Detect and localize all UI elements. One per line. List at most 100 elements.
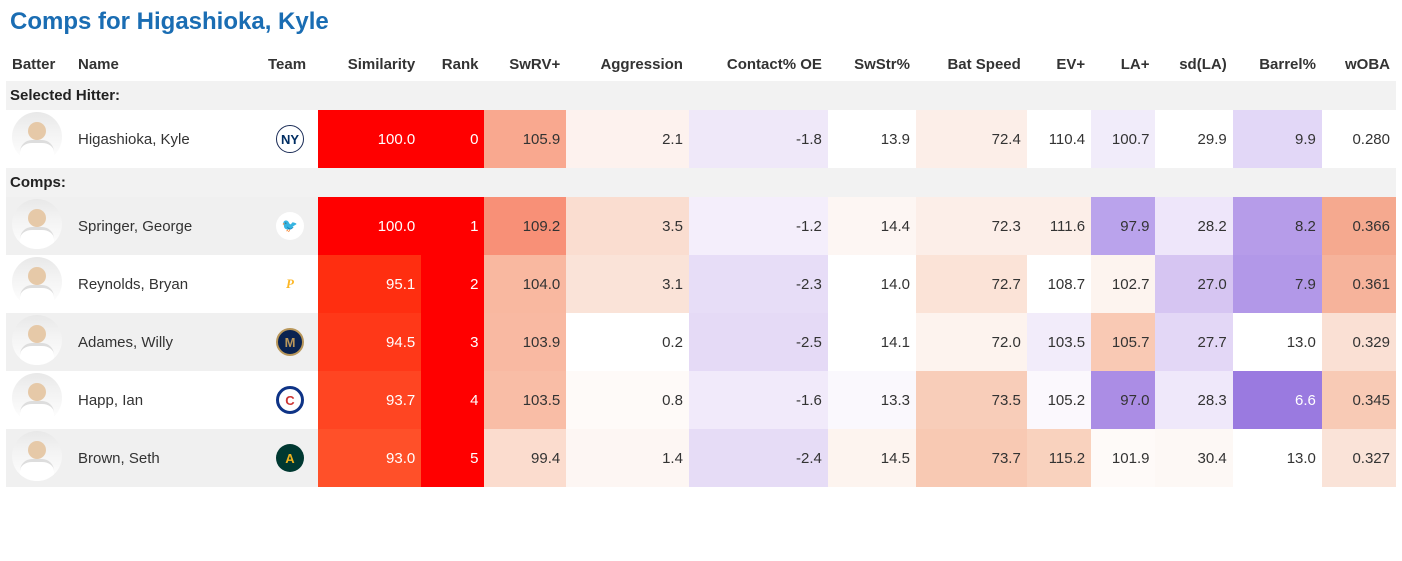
metric-cell: 28.2: [1155, 197, 1232, 255]
section-header: Selected Hitter:: [6, 81, 1396, 110]
metric-cell: 0.280: [1322, 110, 1396, 168]
col-header: Barrel%: [1233, 48, 1322, 81]
batter-cell: [6, 255, 72, 313]
metric-cell: 0.366: [1322, 197, 1396, 255]
metric-cell: -1.6: [689, 371, 828, 429]
team-logo-icon: M: [276, 328, 304, 356]
metric-cell: 115.2: [1027, 429, 1091, 487]
metric-cell: 105.2: [1027, 371, 1091, 429]
metric-cell: -2.3: [689, 255, 828, 313]
metric-cell: 100.0: [318, 197, 421, 255]
metric-cell: 29.9: [1155, 110, 1232, 168]
team-logo-icon: NY: [276, 125, 304, 153]
col-header: Team: [262, 48, 318, 81]
section-header-label: Selected Hitter:: [6, 81, 1396, 110]
col-header: Rank: [421, 48, 484, 81]
metric-cell: 2.1: [566, 110, 689, 168]
metric-cell: 8.2: [1233, 197, 1322, 255]
metric-cell: 99.4: [484, 429, 566, 487]
comps-table: BatterNameTeamSimilarityRankSwRV+Aggress…: [6, 48, 1396, 487]
metric-cell: 13.0: [1233, 313, 1322, 371]
metric-cell: 95.1: [318, 255, 421, 313]
metric-cell: 1.4: [566, 429, 689, 487]
team-cell: C: [262, 371, 318, 429]
metric-cell: 72.3: [916, 197, 1027, 255]
player-name[interactable]: Happ, Ian: [72, 371, 262, 429]
metric-cell: 94.5: [318, 313, 421, 371]
metric-cell: 101.9: [1091, 429, 1155, 487]
col-header: sd(LA): [1155, 48, 1232, 81]
table-row: Brown, SethA93.0599.41.4-2.414.573.7115.…: [6, 429, 1396, 487]
player-name[interactable]: Springer, George: [72, 197, 262, 255]
metric-cell: 97.0: [1091, 371, 1155, 429]
metric-cell: 30.4: [1155, 429, 1232, 487]
team-cell: M: [262, 313, 318, 371]
metric-cell: 105.9: [484, 110, 566, 168]
metric-cell: 0.345: [1322, 371, 1396, 429]
col-header: SwRV+: [484, 48, 566, 81]
player-name[interactable]: Adames, Willy: [72, 313, 262, 371]
metric-cell: 9.9: [1233, 110, 1322, 168]
col-header: Similarity: [318, 48, 421, 81]
metric-cell: 2: [421, 255, 484, 313]
player-avatar: [12, 257, 62, 307]
col-header: Aggression: [566, 48, 689, 81]
col-header: Batter: [6, 48, 72, 81]
col-header: Contact% OE: [689, 48, 828, 81]
player-name[interactable]: Higashioka, Kyle: [72, 110, 262, 168]
metric-cell: 73.5: [916, 371, 1027, 429]
metric-cell: -1.2: [689, 197, 828, 255]
metric-cell: 4: [421, 371, 484, 429]
metric-cell: 0: [421, 110, 484, 168]
metric-cell: 27.0: [1155, 255, 1232, 313]
player-avatar: [12, 431, 62, 481]
metric-cell: 27.7: [1155, 313, 1232, 371]
team-cell: NY: [262, 110, 318, 168]
batter-cell: [6, 197, 72, 255]
metric-cell: 108.7: [1027, 255, 1091, 313]
metric-cell: 13.0: [1233, 429, 1322, 487]
table-row: Adames, WillyM94.53103.90.2-2.514.172.01…: [6, 313, 1396, 371]
batter-cell: [6, 313, 72, 371]
metric-cell: 7.9: [1233, 255, 1322, 313]
metric-cell: 97.9: [1091, 197, 1155, 255]
metric-cell: 100.7: [1091, 110, 1155, 168]
metric-cell: 104.0: [484, 255, 566, 313]
metric-cell: 72.4: [916, 110, 1027, 168]
team-logo-icon: C: [276, 386, 304, 414]
player-name[interactable]: Reynolds, Bryan: [72, 255, 262, 313]
table-row: Reynolds, BryanP95.12104.03.1-2.314.072.…: [6, 255, 1396, 313]
col-header: LA+: [1091, 48, 1155, 81]
metric-cell: 72.7: [916, 255, 1027, 313]
metric-cell: 14.4: [828, 197, 916, 255]
metric-cell: 111.6: [1027, 197, 1091, 255]
metric-cell: 102.7: [1091, 255, 1155, 313]
metric-cell: 28.3: [1155, 371, 1232, 429]
player-avatar: [12, 112, 62, 162]
metric-cell: 5: [421, 429, 484, 487]
batter-cell: [6, 429, 72, 487]
page-title: Comps for Higashioka, Kyle: [6, 6, 1396, 48]
metric-cell: 0.361: [1322, 255, 1396, 313]
metric-cell: 3.1: [566, 255, 689, 313]
metric-cell: 14.5: [828, 429, 916, 487]
metric-cell: 0.2: [566, 313, 689, 371]
metric-cell: 110.4: [1027, 110, 1091, 168]
col-header: Name: [72, 48, 262, 81]
metric-cell: 109.2: [484, 197, 566, 255]
player-name[interactable]: Brown, Seth: [72, 429, 262, 487]
metric-cell: 93.7: [318, 371, 421, 429]
team-logo-icon: 🐦: [276, 212, 304, 240]
player-avatar: [12, 373, 62, 423]
team-cell: 🐦: [262, 197, 318, 255]
metric-cell: 1: [421, 197, 484, 255]
metric-cell: 103.9: [484, 313, 566, 371]
team-cell: P: [262, 255, 318, 313]
table-row: Higashioka, KyleNY100.00105.92.1-1.813.9…: [6, 110, 1396, 168]
metric-cell: 105.7: [1091, 313, 1155, 371]
player-avatar: [12, 315, 62, 365]
metric-cell: 0.329: [1322, 313, 1396, 371]
player-avatar: [12, 199, 62, 249]
metric-cell: -2.5: [689, 313, 828, 371]
metric-cell: 103.5: [1027, 313, 1091, 371]
